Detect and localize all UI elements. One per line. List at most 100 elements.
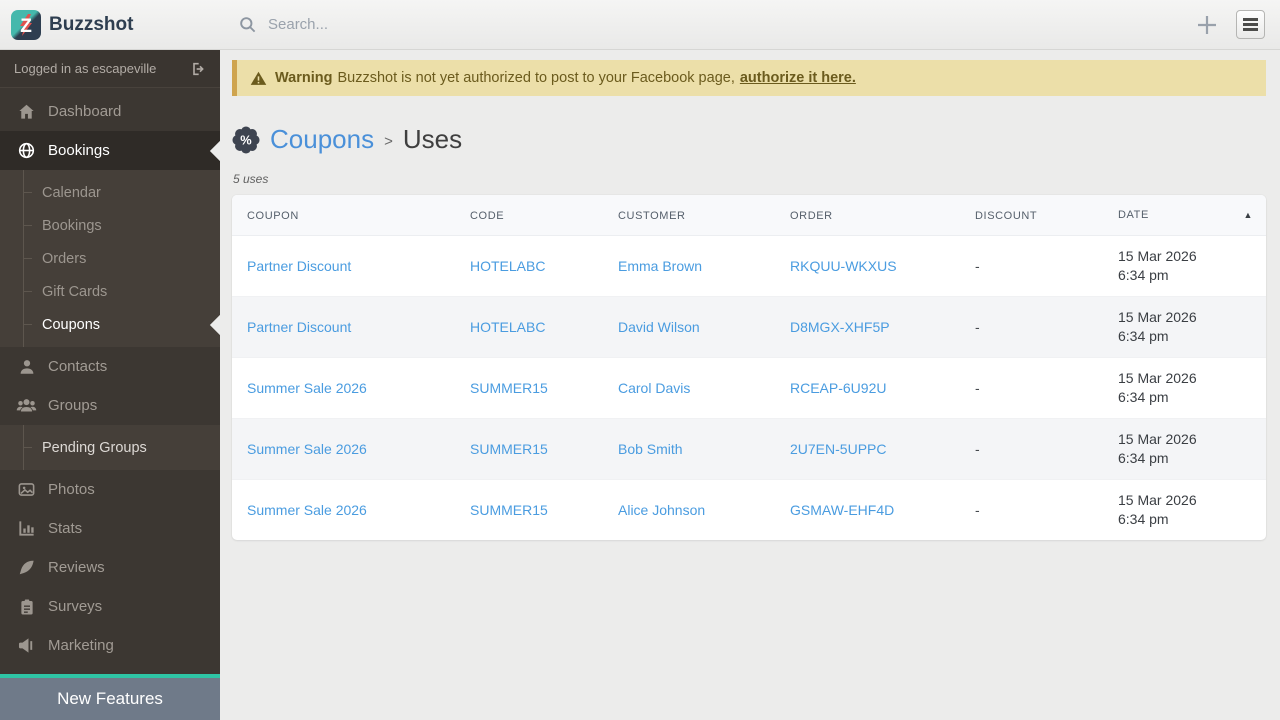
- logged-in-text: Logged in as escapeville: [14, 61, 157, 76]
- discount-value: -: [960, 357, 1103, 419]
- sidebar-item-marketing[interactable]: Marketing: [0, 626, 220, 665]
- table-row: Summer Sale 2026 SUMMER15 Bob Smith 2U7E…: [232, 418, 1266, 480]
- sidebar-item-label: Photos: [48, 481, 95, 498]
- hamburger-icon: [1243, 18, 1258, 31]
- customer-link[interactable]: Alice Johnson: [618, 502, 705, 518]
- table-row: Partner Discount HOTELABC Emma Brown RKQ…: [232, 236, 1266, 297]
- submenu-item-gift-cards[interactable]: Gift Cards: [0, 275, 220, 308]
- order-link[interactable]: GSMAW-EHF4D: [790, 502, 894, 518]
- sidebar-item-label: Marketing: [48, 637, 114, 654]
- order-link[interactable]: RCEAP-6U92U: [790, 380, 886, 396]
- add-button[interactable]: [1195, 13, 1219, 37]
- sidebar-item-reviews[interactable]: Reviews: [0, 548, 220, 587]
- sidebar-item-surveys[interactable]: Surveys: [0, 587, 220, 626]
- brand-name: Buzzshot: [49, 13, 134, 35]
- feather-icon: [16, 558, 37, 577]
- globe-icon: [16, 141, 37, 160]
- logout-button[interactable]: [190, 61, 206, 77]
- col-header-date[interactable]: DATE ▲: [1103, 195, 1266, 236]
- sidebar-item-label: Stats: [48, 520, 83, 537]
- coupon-link[interactable]: Partner Discount: [247, 319, 351, 335]
- home-icon: [16, 102, 37, 121]
- order-link[interactable]: 2U7EN-5UPPC: [790, 441, 886, 457]
- discount-value: -: [960, 479, 1103, 540]
- groups-submenu: Pending Groups: [0, 425, 220, 470]
- discount-value: -: [960, 296, 1103, 358]
- warning-icon: [250, 71, 267, 85]
- sidebar-item-label: Dashboard: [48, 103, 122, 120]
- search-input[interactable]: [268, 16, 688, 33]
- warning-title: Warning: [275, 70, 333, 86]
- col-header-coupon[interactable]: COUPON: [232, 195, 455, 236]
- submenu-item-bookings[interactable]: Bookings: [0, 209, 220, 242]
- col-header-discount[interactable]: DISCOUNT: [960, 195, 1103, 236]
- col-header-customer[interactable]: CUSTOMER: [603, 195, 775, 236]
- sort-asc-icon[interactable]: ▲: [1243, 209, 1266, 222]
- clipboard-icon: [16, 598, 37, 616]
- breadcrumb-separator: >: [384, 132, 393, 150]
- code-link[interactable]: HOTELABC: [470, 319, 545, 335]
- submenu-item-coupons[interactable]: Coupons: [0, 308, 220, 341]
- app-logo: Z Buzzshot: [0, 9, 220, 40]
- sidebar-item-groups[interactable]: Groups: [0, 386, 220, 425]
- code-link[interactable]: HOTELABC: [470, 258, 545, 274]
- topbar: Z Buzzshot: [0, 0, 1280, 50]
- code-link[interactable]: SUMMER15: [470, 441, 548, 457]
- order-link[interactable]: D8MGX-XHF5P: [790, 319, 890, 335]
- date-cell: 15 Mar 2026 6:34 pm: [1103, 357, 1266, 419]
- search-icon: [240, 17, 256, 33]
- customer-link[interactable]: Carol Davis: [618, 380, 690, 396]
- logout-icon: [193, 62, 204, 75]
- warning-message: Buzzshot is not yet authorized to post t…: [337, 70, 735, 86]
- date-cell: 15 Mar 2026 6:34 pm: [1103, 296, 1266, 358]
- user-icon: [16, 358, 37, 376]
- code-link[interactable]: SUMMER15: [470, 380, 548, 396]
- order-link[interactable]: RKQUU-WKXUS: [790, 258, 897, 274]
- coupon-link[interactable]: Summer Sale 2026: [247, 380, 367, 396]
- sidebar-item-label: Surveys: [48, 598, 103, 615]
- sidebar-item-dashboard[interactable]: Dashboard: [0, 92, 220, 131]
- coupon-link[interactable]: Summer Sale 2026: [247, 502, 367, 518]
- submenu-item-pending-groups[interactable]: Pending Groups: [0, 431, 220, 464]
- coupon-link[interactable]: Summer Sale 2026: [247, 441, 367, 457]
- table-header-row: COUPON CODE CUSTOMER ORDER DISCOUNT DATE…: [232, 195, 1266, 236]
- buzzshot-logo-icon: Z: [11, 9, 41, 40]
- percent-badge-icon: %: [232, 125, 260, 154]
- svg-text:Z: Z: [20, 16, 32, 37]
- coupon-link[interactable]: Partner Discount: [247, 258, 351, 274]
- col-header-code[interactable]: CODE: [455, 195, 603, 236]
- plus-icon: [1198, 15, 1216, 34]
- menu-button[interactable]: [1236, 10, 1265, 39]
- login-bar: Logged in as escapeville: [0, 50, 220, 88]
- warning-banner: Warning Buzzshot is not yet authorized t…: [232, 60, 1266, 96]
- date-cell: 15 Mar 2026 6:34 pm: [1103, 418, 1266, 480]
- discount-value: -: [975, 258, 980, 274]
- authorize-link[interactable]: authorize it here.: [740, 70, 856, 86]
- breadcrumb-coupons-link[interactable]: Coupons: [270, 124, 374, 155]
- bar-chart-icon: [16, 519, 37, 538]
- bookings-submenu: Calendar Bookings Orders Gift Cards Coup…: [0, 170, 220, 347]
- code-link[interactable]: SUMMER15: [470, 502, 548, 518]
- date-cell: 15 Mar 2026 6:34 pm: [1118, 248, 1197, 283]
- sidebar-item-label: Contacts: [48, 358, 108, 375]
- coupon-uses-table: COUPON CODE CUSTOMER ORDER DISCOUNT DATE…: [232, 195, 1266, 540]
- submenu-item-calendar[interactable]: Calendar: [0, 176, 220, 209]
- customer-link[interactable]: Bob Smith: [618, 441, 683, 457]
- sidebar-item-photos[interactable]: Photos: [0, 470, 220, 509]
- sidebar-item-bookings[interactable]: Bookings: [0, 131, 220, 170]
- sidebar-item-label: Groups: [48, 397, 98, 414]
- submenu-item-orders[interactable]: Orders: [0, 242, 220, 275]
- col-header-order[interactable]: ORDER: [775, 195, 960, 236]
- new-features-button[interactable]: New Features: [0, 674, 220, 720]
- svg-text:%: %: [240, 132, 252, 147]
- sidebar-nav: Dashboard Bookings Calendar Bookings Ord…: [0, 88, 220, 665]
- customer-link[interactable]: David Wilson: [618, 319, 700, 335]
- page-header: % Coupons > Uses: [232, 124, 1266, 155]
- sidebar-item-label: Reviews: [48, 559, 105, 576]
- discount-value: -: [960, 418, 1103, 480]
- sidebar-item-stats[interactable]: Stats: [0, 509, 220, 548]
- customer-link[interactable]: Emma Brown: [618, 258, 702, 274]
- table-row: Partner Discount HOTELABC David Wilson D…: [232, 296, 1266, 358]
- sidebar-item-contacts[interactable]: Contacts: [0, 347, 220, 386]
- megaphone-icon: [16, 636, 37, 655]
